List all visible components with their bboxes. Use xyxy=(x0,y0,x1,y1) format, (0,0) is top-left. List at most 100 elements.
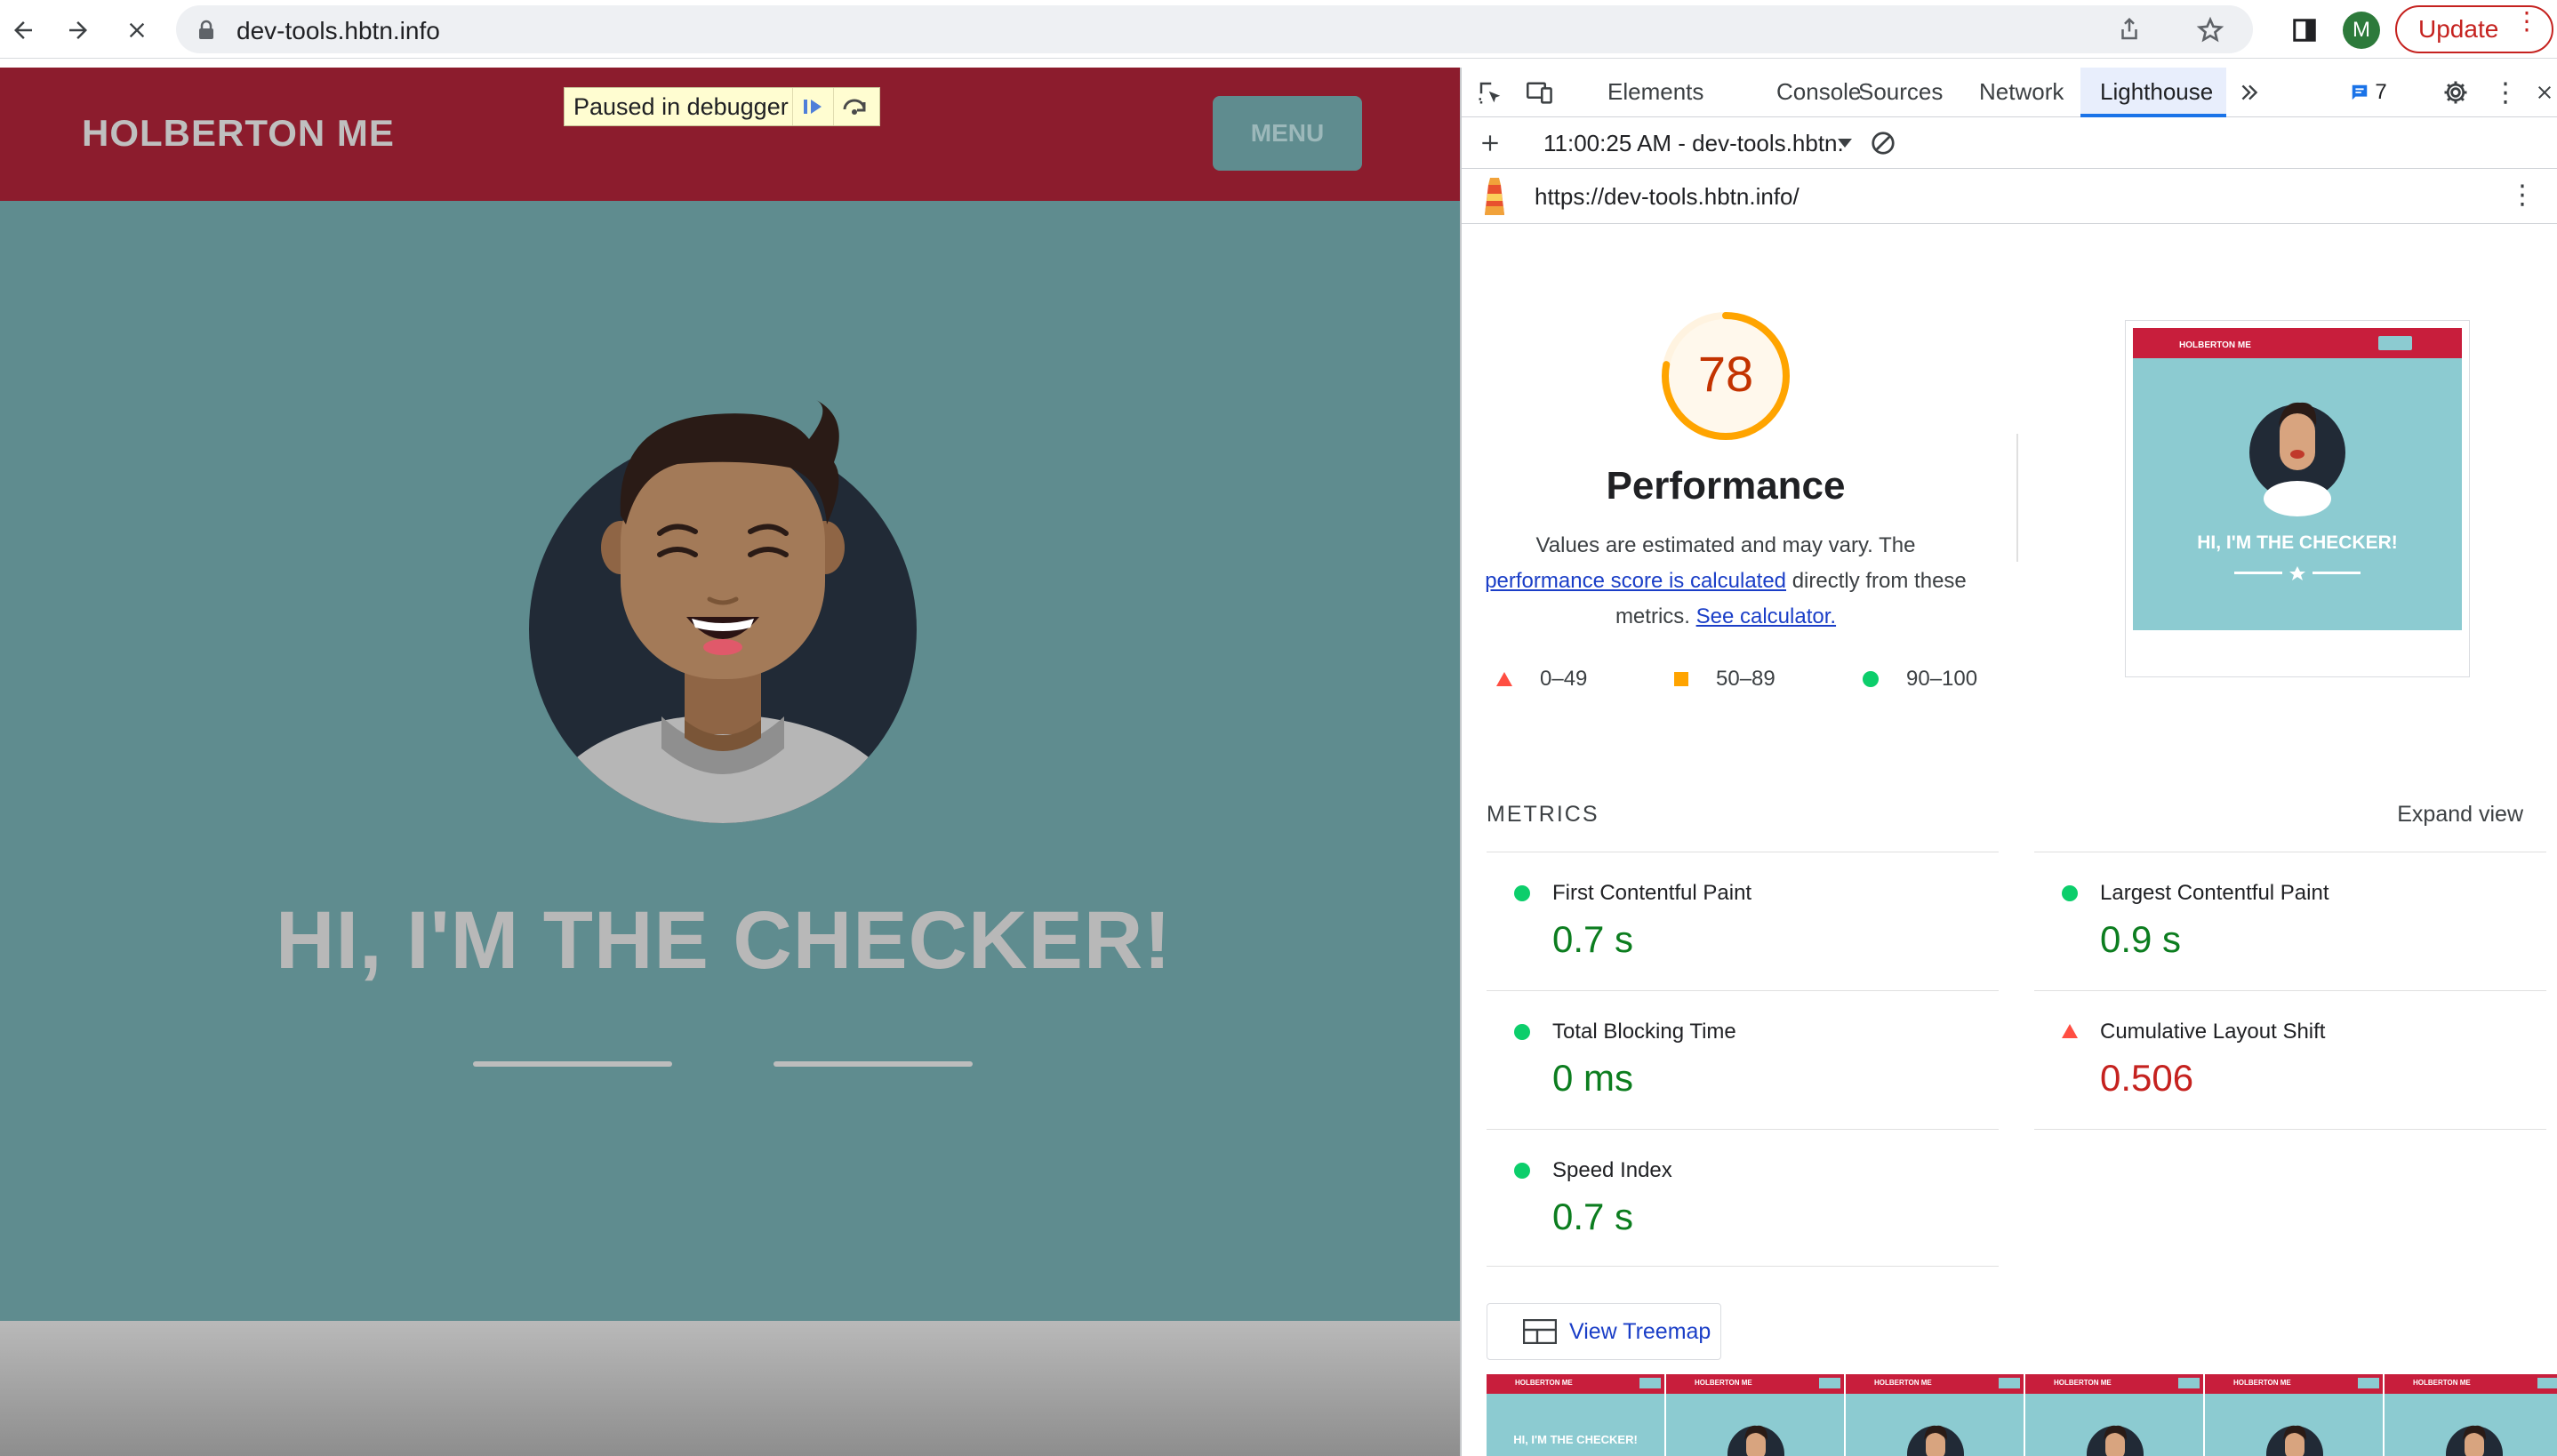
stop-loading-button[interactable] xyxy=(117,11,156,50)
devtools-panel: Elements Console Sources Network Lightho… xyxy=(1460,68,2557,1456)
lighthouse-toolbar: 11:00:25 AM - dev-tools.hbtn. xyxy=(1462,117,2557,169)
tab-network[interactable]: Network xyxy=(1979,78,2064,106)
back-arrow-icon xyxy=(14,21,32,39)
devtools-tab-bar: Elements Console Sources Network Lightho… xyxy=(1462,68,2557,117)
hero-divider-left xyxy=(473,1061,672,1067)
side-panel-button[interactable] xyxy=(2285,11,2324,50)
metric-first-contentful-paint: First Contentful Paint 0.7 s xyxy=(1487,852,1999,990)
final-screenshot-thumbnail[interactable]: HOLBERTON ME HI, I'M THE CHECKER! xyxy=(2125,320,2470,677)
caret-down-icon[interactable] xyxy=(1837,137,1853,149)
menu-button[interactable]: MENU xyxy=(1213,96,1362,171)
resume-button[interactable] xyxy=(792,88,833,125)
green-circle-icon xyxy=(1514,1024,1530,1040)
legend-pass: 90–100 xyxy=(1862,667,1977,692)
resume-icon xyxy=(803,100,822,114)
more-tabs-button[interactable] xyxy=(2233,76,2265,108)
update-label: Update xyxy=(2418,15,2499,43)
bookmark-star-icon[interactable] xyxy=(2196,16,2224,44)
avatar: M xyxy=(2343,12,2380,49)
metric-name: Total Blocking Time xyxy=(1552,1020,1736,1044)
filmstrip-frame: HOLBERTON ME HI, I'M THE CHECKER! xyxy=(1487,1374,1666,1456)
issues-button[interactable]: 7 xyxy=(2342,76,2395,108)
avatar-fragment xyxy=(1907,1425,1964,1456)
performance-score: 78 xyxy=(1697,346,1754,402)
see-calculator-link[interactable]: See calculator. xyxy=(1696,604,1836,628)
legend-fail-label: 0–49 xyxy=(1540,667,1588,691)
frame-logo: HOLBERTON ME xyxy=(2054,1379,2112,1387)
lighthouse-logo-icon xyxy=(1485,178,1504,215)
new-report-button[interactable] xyxy=(1474,127,1506,159)
customize-devtools-button[interactable]: ⋮ xyxy=(2489,76,2521,108)
metric-speed-index: Speed Index 0.7 s xyxy=(1487,1129,1999,1268)
site-logo[interactable]: HOLBERTON ME xyxy=(82,112,395,155)
device-toolbar-button[interactable] xyxy=(1524,76,1556,108)
forward-arrow-icon xyxy=(69,21,87,39)
debugger-paused-banner: Paused in debugger xyxy=(564,87,880,126)
issues-count: 7 xyxy=(2375,80,2387,104)
green-circle-icon xyxy=(1514,885,1530,901)
red-triangle-icon xyxy=(2062,1024,2078,1038)
filmstrip-frame: HOLBERTON ME xyxy=(2025,1374,2205,1456)
frame-logo: HOLBERTON ME xyxy=(2233,1379,2291,1387)
settings-button[interactable] xyxy=(2440,76,2472,108)
green-circle-icon xyxy=(2062,885,2078,901)
metric-largest-contentful-paint: Largest Contentful Paint 0.9 s xyxy=(2034,852,2546,990)
score-calculated-link[interactable]: performance score is calculated xyxy=(1485,569,1786,593)
close-devtools-button[interactable] xyxy=(2532,76,2557,108)
address-bar[interactable]: dev-tools.hbtn.info xyxy=(176,5,2253,53)
tab-console[interactable]: Console xyxy=(1776,78,1861,106)
inspect-cursor-icon xyxy=(1479,82,1501,104)
page-footer-section xyxy=(0,1321,1460,1456)
inspect-element-button[interactable] xyxy=(1474,76,1506,108)
legend-average: 50–89 xyxy=(1673,667,1775,692)
metrics-heading: METRICS xyxy=(1487,802,1599,827)
metric-value: 0.506 xyxy=(2100,1057,2194,1099)
share-icon[interactable] xyxy=(2116,16,2143,43)
clear-reports-button[interactable] xyxy=(1867,127,1899,159)
expand-view-button[interactable]: Expand view xyxy=(2397,802,2523,828)
performance-description: Values are estimated and may vary. The p… xyxy=(1479,528,1972,635)
device-toggle-icon xyxy=(1527,82,1552,104)
frame-title: HI, I'M THE CHECKER! xyxy=(1513,1433,1638,1446)
tab-lighthouse[interactable]: Lighthouse xyxy=(2100,78,2213,106)
update-button[interactable]: Update ⋮ xyxy=(2395,5,2553,53)
back-button[interactable] xyxy=(4,11,43,50)
hero-divider-right xyxy=(774,1061,973,1067)
category-title: Performance xyxy=(1606,464,1846,508)
clear-block-icon xyxy=(1872,132,1895,155)
step-over-button[interactable] xyxy=(833,88,874,125)
checker-avatar-illustration xyxy=(529,400,917,823)
frame-logo: HOLBERTON ME xyxy=(1695,1379,1752,1387)
metrics-bottom-divider xyxy=(1487,1266,1999,1267)
metric-name: First Contentful Paint xyxy=(1552,881,1752,905)
legend-fail: 0–49 xyxy=(1495,667,1587,692)
avatar-fragment xyxy=(2446,1425,2503,1456)
description-text-3: metrics. xyxy=(1615,604,1690,628)
red-triangle-icon xyxy=(1496,672,1512,686)
gear-icon xyxy=(2444,81,2467,104)
report-url-bar: https://dev-tools.hbtn.info/ ⋮ xyxy=(1462,169,2557,224)
view-treemap-button[interactable]: View Treemap xyxy=(1487,1303,1721,1360)
page-viewport: HOLBERTON ME MENU Paused in debugger HI,… xyxy=(0,68,1460,1456)
metric-value: 0.9 s xyxy=(2100,918,2182,960)
legend-average-label: 50–89 xyxy=(1716,667,1775,691)
metric-grid-divider xyxy=(2034,1129,2546,1130)
report-menu-icon[interactable]: ⋮ xyxy=(2509,180,2536,211)
green-circle-icon xyxy=(1514,1163,1530,1179)
audited-url[interactable]: https://dev-tools.hbtn.info/ xyxy=(1535,183,1800,211)
report-select[interactable]: 11:00:25 AM - dev-tools.hbtn. xyxy=(1543,130,1844,157)
frame-logo: HOLBERTON ME xyxy=(1515,1379,1573,1387)
profile-button[interactable]: M xyxy=(2342,11,2381,50)
close-icon xyxy=(129,22,145,38)
tab-elements[interactable]: Elements xyxy=(1607,78,1703,106)
filmstrip-frame: HOLBERTON ME xyxy=(1666,1374,1846,1456)
screenshot-filmstrip: HOLBERTON ME HI, I'M THE CHECKER! HOLBER… xyxy=(1487,1374,2557,1456)
metric-value: 0.7 s xyxy=(1552,918,1634,960)
side-panel-icon xyxy=(2293,19,2316,42)
avatar-fragment xyxy=(2087,1425,2144,1456)
frame-logo: HOLBERTON ME xyxy=(2413,1379,2471,1387)
forward-button[interactable] xyxy=(59,11,98,50)
avatar-fragment xyxy=(1727,1425,1784,1456)
double-chevron-right-icon xyxy=(2241,84,2258,100)
tab-sources[interactable]: Sources xyxy=(1858,78,1943,106)
